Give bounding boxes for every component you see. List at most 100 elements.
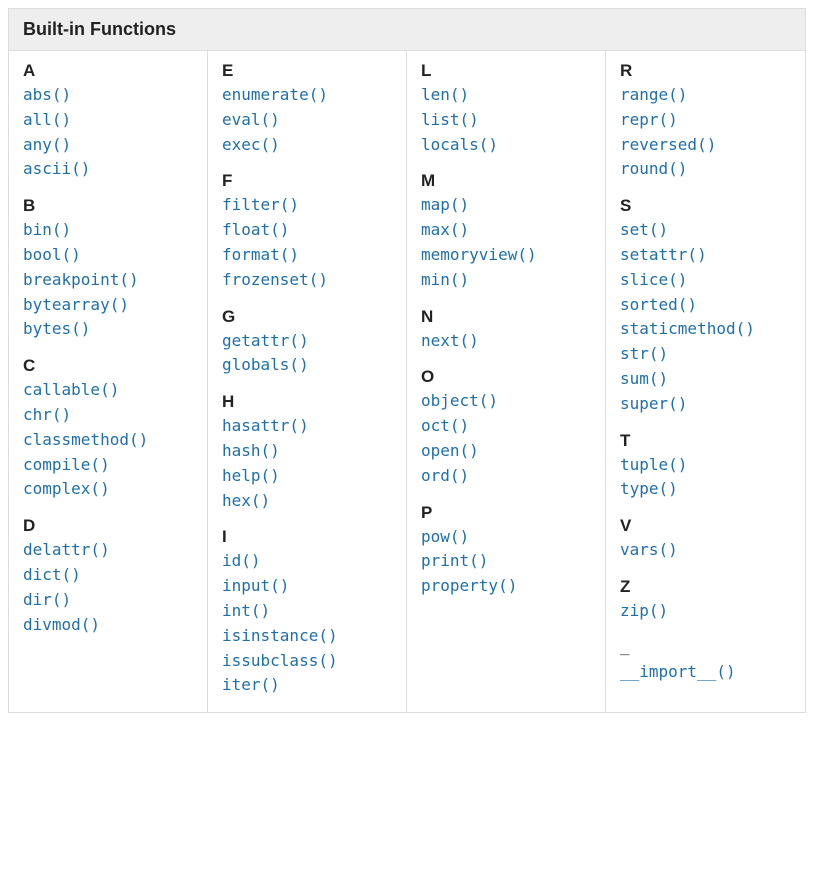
function-link[interactable]: tuple()	[620, 453, 791, 478]
letter-group: Bbin()bool()breakpoint()bytearray()bytes…	[23, 196, 193, 342]
function-link[interactable]: ascii()	[23, 157, 193, 182]
function-link[interactable]: iter()	[222, 673, 392, 698]
group-letter: B	[23, 196, 193, 216]
function-link[interactable]: setattr()	[620, 243, 791, 268]
function-link[interactable]: locals()	[421, 133, 591, 158]
letter-group: Aabs()all()any()ascii()	[23, 61, 193, 182]
function-link[interactable]: float()	[222, 218, 392, 243]
function-link[interactable]: all()	[23, 108, 193, 133]
function-link[interactable]: complex()	[23, 477, 193, 502]
letter-group: ___import__()	[620, 638, 791, 685]
function-link[interactable]: dict()	[23, 563, 193, 588]
builtin-functions-table: Built-in Functions Aabs()all()any()ascii…	[8, 8, 806, 713]
function-link[interactable]: sum()	[620, 367, 791, 392]
function-link[interactable]: delattr()	[23, 538, 193, 563]
letter-group: Oobject()oct()open()ord()	[421, 367, 591, 488]
letter-group: Rrange()repr()reversed()round()	[620, 61, 791, 182]
group-letter: S	[620, 196, 791, 216]
group-letter: O	[421, 367, 591, 387]
group-letter: I	[222, 527, 392, 547]
function-link[interactable]: getattr()	[222, 329, 392, 354]
function-link[interactable]: classmethod()	[23, 428, 193, 453]
function-link[interactable]: ord()	[421, 464, 591, 489]
function-link[interactable]: print()	[421, 549, 591, 574]
function-link[interactable]: hash()	[222, 439, 392, 464]
function-link[interactable]: hex()	[222, 489, 392, 514]
function-link[interactable]: str()	[620, 342, 791, 367]
function-link[interactable]: id()	[222, 549, 392, 574]
function-link[interactable]: property()	[421, 574, 591, 599]
function-link[interactable]: chr()	[23, 403, 193, 428]
function-link[interactable]: range()	[620, 83, 791, 108]
group-letter: N	[421, 307, 591, 327]
columns-container: Aabs()all()any()ascii() Bbin()bool()break…	[9, 51, 805, 712]
function-link[interactable]: slice()	[620, 268, 791, 293]
function-link[interactable]: len()	[421, 83, 591, 108]
function-link[interactable]: isinstance()	[222, 624, 392, 649]
letter-group: Llen()list()locals()	[421, 61, 591, 157]
function-link[interactable]: bytes()	[23, 317, 193, 342]
function-link[interactable]: next()	[421, 329, 591, 354]
function-link[interactable]: __import__()	[620, 660, 791, 685]
function-link[interactable]: format()	[222, 243, 392, 268]
function-link[interactable]: bool()	[23, 243, 193, 268]
letter-group: Nnext()	[421, 307, 591, 354]
function-link[interactable]: any()	[23, 133, 193, 158]
column: Aabs()all()any()ascii() Bbin()bool()break…	[9, 51, 208, 712]
function-link[interactable]: eval()	[222, 108, 392, 133]
function-link[interactable]: open()	[421, 439, 591, 464]
function-link[interactable]: min()	[421, 268, 591, 293]
function-link[interactable]: reversed()	[620, 133, 791, 158]
function-link[interactable]: round()	[620, 157, 791, 182]
function-link[interactable]: list()	[421, 108, 591, 133]
function-link[interactable]: frozenset()	[222, 268, 392, 293]
function-link[interactable]: pow()	[421, 525, 591, 550]
function-link[interactable]: repr()	[620, 108, 791, 133]
function-link[interactable]: super()	[620, 392, 791, 417]
table-title: Built-in Functions	[9, 9, 805, 51]
function-link[interactable]: staticmethod()	[620, 317, 791, 342]
function-link[interactable]: bytearray()	[23, 293, 193, 318]
function-link[interactable]: map()	[421, 193, 591, 218]
group-letter: L	[421, 61, 591, 81]
function-link[interactable]: type()	[620, 477, 791, 502]
letter-group: Ffilter()float()format()frozenset()	[222, 171, 392, 292]
letter-group: Zzip()	[620, 577, 791, 624]
function-link[interactable]: compile()	[23, 453, 193, 478]
function-link[interactable]: set()	[620, 218, 791, 243]
group-letter: G	[222, 307, 392, 327]
function-link[interactable]: max()	[421, 218, 591, 243]
function-link[interactable]: breakpoint()	[23, 268, 193, 293]
function-link[interactable]: sorted()	[620, 293, 791, 318]
letter-group: Ccallable()chr()classmethod()compile()co…	[23, 356, 193, 502]
group-letter: F	[222, 171, 392, 191]
function-link[interactable]: filter()	[222, 193, 392, 218]
letter-group: Iid()input()int()isinstance()issubclass(…	[222, 527, 392, 698]
function-link[interactable]: input()	[222, 574, 392, 599]
function-link[interactable]: issubclass()	[222, 649, 392, 674]
function-link[interactable]: enumerate()	[222, 83, 392, 108]
function-link[interactable]: divmod()	[23, 613, 193, 638]
function-link[interactable]: help()	[222, 464, 392, 489]
function-link[interactable]: int()	[222, 599, 392, 624]
function-link[interactable]: hasattr()	[222, 414, 392, 439]
group-letter: C	[23, 356, 193, 376]
function-link[interactable]: object()	[421, 389, 591, 414]
function-link[interactable]: memoryview()	[421, 243, 591, 268]
function-link[interactable]: zip()	[620, 599, 791, 624]
function-link[interactable]: vars()	[620, 538, 791, 563]
function-link[interactable]: abs()	[23, 83, 193, 108]
letter-group: Ggetattr()globals()	[222, 307, 392, 379]
group-letter: T	[620, 431, 791, 451]
column: Llen()list()locals()Mmap()max()memoryvie…	[407, 51, 606, 712]
function-link[interactable]: exec()	[222, 133, 392, 158]
function-link[interactable]: oct()	[421, 414, 591, 439]
function-link[interactable]: bin()	[23, 218, 193, 243]
letter-group: Vvars()	[620, 516, 791, 563]
function-link[interactable]: callable()	[23, 378, 193, 403]
function-link[interactable]: globals()	[222, 353, 392, 378]
function-link[interactable]: dir()	[23, 588, 193, 613]
letter-group: Sset()setattr()slice()sorted()staticmeth…	[620, 196, 791, 416]
column: Rrange()repr()reversed()round() Sset()set…	[606, 51, 805, 712]
group-letter: Z	[620, 577, 791, 597]
